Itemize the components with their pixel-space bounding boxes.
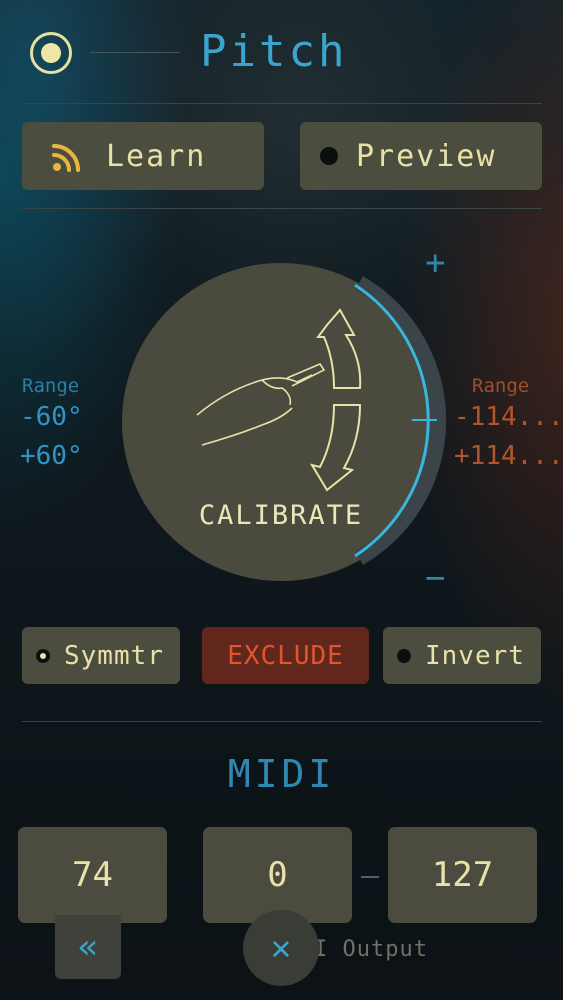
range-left-min[interactable]: -60° [20, 402, 83, 432]
close-icon: ✕ [270, 928, 292, 968]
symmetric-toggle[interactable]: Symmtr [22, 627, 180, 684]
symmetric-label: Symmtr [64, 640, 164, 671]
back-button[interactable]: « [55, 915, 121, 979]
enable-toggle[interactable] [30, 32, 72, 74]
invert-toggle[interactable]: Invert [383, 627, 541, 684]
range-right-max[interactable]: +114... [454, 441, 563, 471]
range-right-min[interactable]: -114... [454, 402, 563, 432]
preview-button[interactable]: Preview [300, 122, 542, 190]
midi-low-field[interactable]: 0 [203, 827, 352, 923]
page-title: Pitch [200, 26, 348, 77]
header-divider-line [90, 52, 180, 53]
radio-selected-icon [36, 648, 50, 663]
calibrate-label[interactable]: CALIBRATE [122, 500, 440, 531]
invert-label: Invert [425, 640, 525, 671]
close-button[interactable]: ✕ [243, 910, 319, 986]
increase-button[interactable]: + [425, 243, 445, 283]
exclude-toggle[interactable]: EXCLUDE [202, 627, 369, 684]
range-dash [361, 876, 379, 878]
midi-section-title: MIDI [227, 752, 336, 796]
learn-button[interactable]: Learn [22, 122, 264, 190]
hand-wand-icon [196, 363, 326, 446]
double-chevron-left-icon: « [77, 927, 99, 967]
exclude-label: EXCLUDE [227, 640, 344, 671]
divider-top [22, 103, 542, 104]
rotate-arrows-icon [309, 308, 362, 492]
preview-label: Preview [356, 138, 497, 174]
power-toggle-icon [41, 43, 61, 63]
range-right-label: Range [472, 375, 530, 397]
divider-bottom [22, 721, 542, 722]
midi-output-label: I Output [314, 937, 428, 962]
radio-dot-icon [320, 147, 338, 165]
range-left-max[interactable]: +60° [20, 441, 83, 471]
midi-high-field[interactable]: 127 [388, 827, 537, 923]
range-left-label: Range [22, 375, 80, 397]
rss-feed-icon [52, 144, 80, 172]
learn-label: Learn [106, 138, 207, 174]
decrease-button[interactable]: − [425, 558, 445, 598]
radio-dot-icon [397, 648, 411, 663]
divider-mid [22, 208, 542, 209]
midi-cc-field[interactable]: 74 [18, 827, 167, 923]
dial-graphics [196, 276, 447, 565]
